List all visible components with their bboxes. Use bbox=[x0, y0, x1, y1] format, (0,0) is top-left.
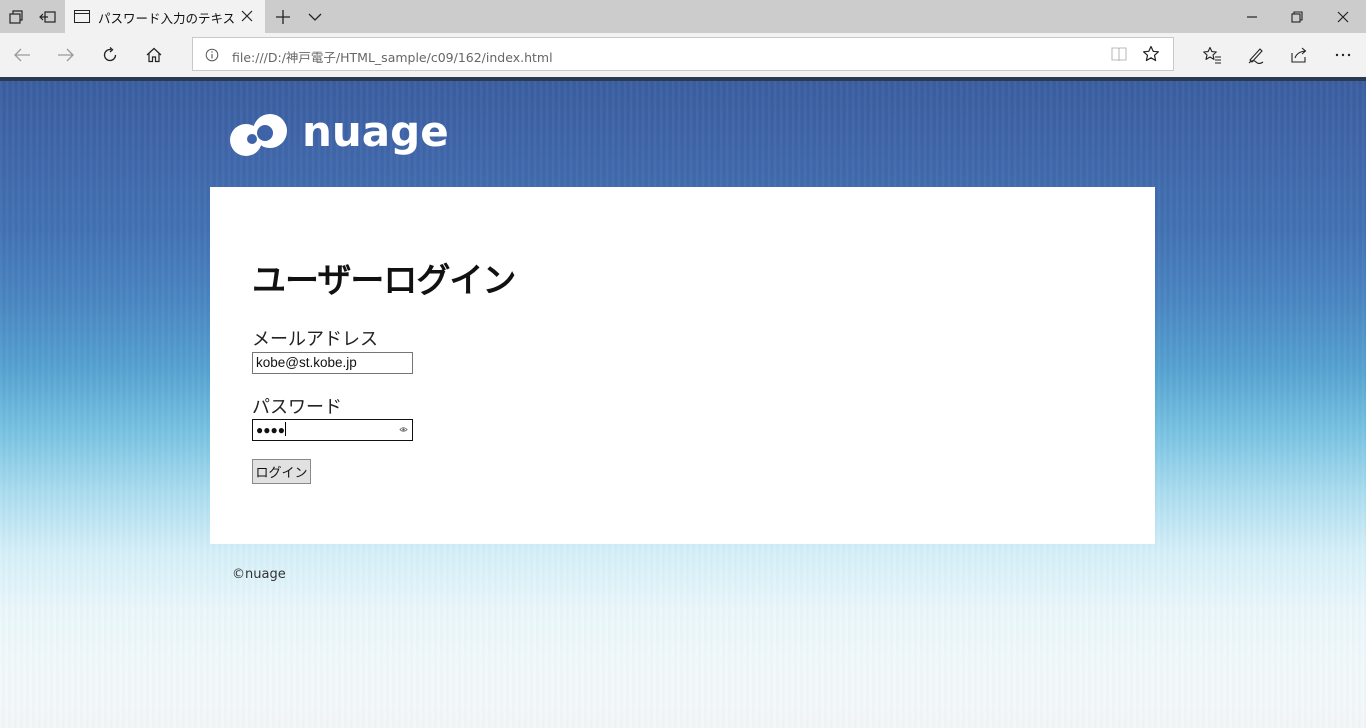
reveal-password-icon[interactable] bbox=[399, 425, 408, 434]
pen-icon[interactable] bbox=[1234, 33, 1278, 77]
home-icon[interactable] bbox=[132, 33, 176, 77]
footer-copyright: ©nuage bbox=[232, 567, 286, 582]
email-label: メールアドレス bbox=[252, 329, 378, 350]
page-title: ユーザーログイン bbox=[252, 261, 516, 301]
navigation-bar: file:///D:/神戸電子/HTML_sample/c09/162/inde… bbox=[0, 33, 1366, 77]
tab-title: パスワード入力のテキストフ- bbox=[98, 11, 236, 26]
text-caret bbox=[285, 422, 286, 436]
share-icon[interactable] bbox=[1277, 33, 1321, 77]
restore-icon[interactable] bbox=[1274, 0, 1320, 33]
set-aside-tabs-icon[interactable] bbox=[32, 0, 64, 33]
password-value: ●●●● bbox=[256, 423, 285, 437]
password-label: パスワード bbox=[252, 397, 342, 418]
info-icon[interactable] bbox=[205, 47, 219, 62]
logo-icon bbox=[230, 114, 287, 156]
forward-icon[interactable] bbox=[44, 33, 88, 77]
minimize-icon[interactable] bbox=[1229, 0, 1275, 33]
star-icon[interactable] bbox=[1142, 45, 1160, 63]
chevron-down-icon[interactable] bbox=[300, 0, 330, 33]
close-tab-icon[interactable] bbox=[239, 8, 255, 24]
address-bar[interactable]: file:///D:/神戸電子/HTML_sample/c09/162/inde… bbox=[192, 37, 1174, 71]
back-icon[interactable] bbox=[0, 33, 44, 77]
login-button[interactable]: ログイン bbox=[252, 459, 311, 484]
refresh-icon[interactable] bbox=[88, 33, 132, 77]
logo-text: nuage bbox=[302, 107, 449, 156]
login-card: ユーザーログイン メールアドレス kobe@st.kobe.jp パスワード ●… bbox=[210, 187, 1155, 544]
tab-sets-icon[interactable] bbox=[0, 0, 32, 33]
title-bar: パスワード入力のテキストフ- bbox=[0, 0, 1366, 33]
page-icon bbox=[74, 10, 90, 23]
address-url[interactable]: file:///D:/神戸電子/HTML_sample/c09/162/inde… bbox=[232, 47, 553, 66]
email-value: kobe@st.kobe.jp bbox=[256, 355, 357, 370]
page-content: nuage ユーザーログイン メールアドレス kobe@st.kobe.jp パ… bbox=[0, 81, 1366, 728]
password-field[interactable]: ●●●● bbox=[252, 419, 413, 441]
active-tab[interactable]: パスワード入力のテキストフ- bbox=[65, 0, 265, 33]
new-tab-icon[interactable] bbox=[268, 0, 298, 33]
close-window-icon[interactable] bbox=[1320, 0, 1366, 33]
favorites-icon[interactable] bbox=[1190, 33, 1234, 77]
more-icon[interactable] bbox=[1321, 33, 1365, 77]
email-field[interactable]: kobe@st.kobe.jp bbox=[252, 352, 413, 374]
reading-view-icon[interactable] bbox=[1110, 45, 1128, 63]
logo[interactable]: nuage bbox=[230, 107, 460, 159]
